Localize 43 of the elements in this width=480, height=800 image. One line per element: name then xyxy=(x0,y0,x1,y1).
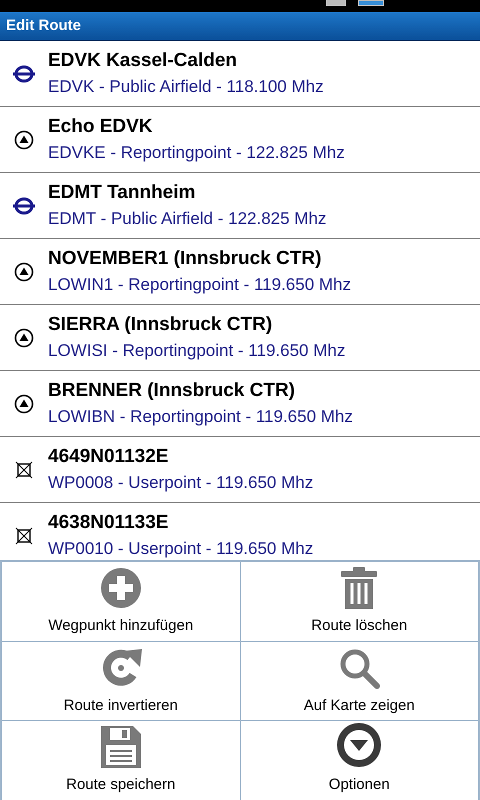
waypoint-name: NOVEMBER1 (Innsbruck CTR) xyxy=(48,247,322,271)
route-item[interactable]: BRENNER (Innsbruck CTR) LOWIBN - Reportingpoint - 119.650 Mhz xyxy=(0,371,480,437)
triangle-in-circle-icon xyxy=(14,328,34,348)
route-item[interactable]: Echo EDVK EDVKE - Reportingpoint - 122.825 Mhz xyxy=(0,107,480,173)
route-item[interactable]: NOVEMBER1 (Innsbruck CTR) LOWIN1 - Reportingpoint - 119.650 Mhz xyxy=(0,239,480,305)
waypoint-detail: LOWIBN - Reportingpoint - 119.650 Mhz xyxy=(48,406,353,428)
menu-item[interactable]: Optionen xyxy=(240,721,478,800)
waypoint-name: 4638N01133E xyxy=(48,511,170,535)
airfield-icon xyxy=(13,196,35,214)
waypoint-detail: EDMT - Public Airfield - 122.825 Mhz xyxy=(48,208,326,230)
menu-item[interactable]: Route invertieren xyxy=(2,642,240,720)
battery-icon xyxy=(358,0,384,6)
trash-icon xyxy=(340,567,378,610)
route-item[interactable]: EDVK Kassel-Calden EDVK - Public Airfield - 118.100 Mhz xyxy=(0,41,480,107)
menu-item[interactable]: Wegpunkt hinzufügen xyxy=(2,562,240,641)
triangle-in-circle-icon xyxy=(14,130,34,150)
plus-icon xyxy=(100,567,142,610)
menu-item[interactable]: Auf Karte zeigen xyxy=(240,642,478,720)
menu-item[interactable]: Route speichern xyxy=(2,721,240,800)
waypoint-name: BRENNER (Innsbruck CTR) xyxy=(48,379,296,403)
waypoint-detail: LOWIN1 - Reportingpoint - 119.650 Mhz xyxy=(48,274,351,296)
waypoint-detail: EDVKE - Reportingpoint - 122.825 Mhz xyxy=(48,142,345,164)
triangle-in-circle-icon xyxy=(14,394,34,414)
dropdown-circle-icon xyxy=(336,722,382,768)
crossed-square-icon xyxy=(15,526,33,544)
waypoint-detail: EDVK - Public Airfield - 118.100 Mhz xyxy=(48,76,324,98)
airfield-icon xyxy=(13,64,35,82)
triangle-in-circle-icon xyxy=(14,262,34,282)
crossed-square-icon xyxy=(15,460,33,478)
window-title: Edit Route xyxy=(6,16,81,36)
waypoint-detail: WP0010 - Userpoint - 119.650 Mhz xyxy=(48,538,314,560)
waypoint-name: EDMT Tannheim xyxy=(48,181,196,205)
waypoint-name: EDVK Kassel-Calden xyxy=(48,49,238,73)
waypoint-detail: LOWISI - Reportingpoint - 119.650 Mhz xyxy=(48,340,346,362)
waypoint-name: Echo EDVK xyxy=(48,115,154,139)
route-item[interactable]: SIERRA (Innsbruck CTR) LOWISI - Reportingpoint - 119.650 Mhz xyxy=(0,305,480,371)
waypoint-detail: WP0008 - Userpoint - 119.650 Mhz xyxy=(48,472,314,494)
route-item[interactable]: EDMT Tannheim EDMT - Public Airfield - 122.825 Mhz xyxy=(0,173,480,239)
waypoint-name: SIERRA (Innsbruck CTR) xyxy=(48,313,274,337)
route-item[interactable]: 4649N01132E WP0008 - Userpoint - 119.650 Mhz xyxy=(0,437,480,503)
waypoint-name: 4649N01132E xyxy=(48,445,170,469)
menu-item[interactable]: Route löschen xyxy=(240,562,478,641)
search-icon xyxy=(338,646,380,689)
